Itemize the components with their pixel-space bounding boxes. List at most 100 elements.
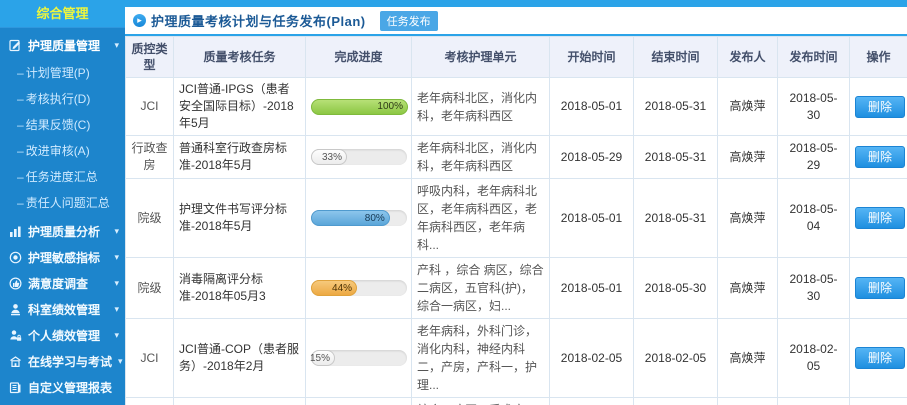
progress-cell: 100%: [306, 78, 412, 136]
sidebar-item-person-lock[interactable]: 个人绩效管理 ▾: [0, 322, 125, 348]
report-icon: [8, 380, 22, 394]
top-strip: [0, 0, 907, 7]
units-cell: 呼吸内科，老年病科北区，老年病科西区，老年病科西区，老年病科...: [412, 179, 550, 258]
dash-icon: –: [17, 144, 24, 158]
units-cell: 老年病科北区，消化内科，老年病科西区: [412, 78, 550, 136]
progress-bar-fill: 33%: [311, 149, 347, 165]
person-icon: [8, 302, 22, 316]
target-icon: [8, 250, 22, 264]
progress-bar-track: 100%: [311, 99, 407, 115]
delete-button[interactable]: 删除: [855, 347, 905, 369]
sidebar-subitem[interactable]: –计划管理(P): [0, 60, 125, 86]
column-header: 发布时间: [778, 37, 850, 78]
delete-button[interactable]: 删除: [855, 146, 905, 168]
units-cell: 老年病科北区，消化内科，老年病科西区: [412, 136, 550, 179]
chevron-down-icon: ▾: [114, 40, 119, 51]
study-icon: [8, 354, 22, 368]
progress-label: 44%: [332, 280, 352, 297]
chevron-down-icon: ▾: [114, 304, 119, 315]
task-cell: 护理文件书写评分标准-2018年5月: [174, 179, 306, 258]
sidebar-item-study[interactable]: 在线学习与考试▾: [0, 348, 125, 374]
publish-date-cell: 2018-05-04: [778, 179, 850, 258]
dash-icon: –: [17, 66, 24, 80]
progress-cell: 15%: [306, 319, 412, 398]
sidebar-subitem-label: 责任人问题汇总: [26, 196, 110, 210]
start-date-cell: 2018-05-29: [550, 136, 634, 179]
task-cell: 普通科室行政查房标准-2018年5月: [174, 136, 306, 179]
sidebar-subitem-label: 任务进度汇总: [26, 170, 98, 184]
column-header: 质量考核任务: [174, 37, 306, 78]
sidebar-item-target[interactable]: 护理敏感指标▾: [0, 244, 125, 270]
sidebar-subitem-label: 考核执行(D): [26, 92, 91, 106]
task-publish-badge[interactable]: 任务发布: [380, 11, 438, 31]
qc-type-cell: 院级: [126, 179, 174, 258]
sidebar: 综合管理 护理质量管理 ▾ –计划管理(P)–考核执行(D)–结果反馈(C)–改…: [0, 0, 125, 405]
qc-type-cell: JCI: [126, 78, 174, 136]
publisher-cell: 高焕萍: [718, 258, 778, 319]
progress-bar-fill: 80%: [311, 210, 390, 226]
progress-bar-fill: 44%: [311, 280, 357, 296]
end-date-cell: 2018-02-05: [634, 319, 718, 398]
task-cell: 消毒隔离评分标准-2018年05月3: [174, 258, 306, 319]
end-date-cell: 2018-05-31: [634, 78, 718, 136]
delete-button[interactable]: 删除: [855, 207, 905, 229]
person-lock-icon: [8, 328, 22, 342]
thumbs-up-icon: [8, 276, 22, 290]
dash-icon: –: [17, 92, 24, 106]
sidebar-menus: 护理质量分析▾护理敏感指标▾满意度调查▾科室绩效管理▾ 个人绩效管理 ▾ 在线学习与考…: [0, 218, 125, 405]
sidebar-item-label: 个人绩效管理: [28, 327, 100, 344]
bar-chart-icon: [8, 224, 22, 238]
publisher-cell: 高焕萍: [718, 136, 778, 179]
task-cell: JCI普通-IPGS（患者安全国际目标）-2018年5月: [174, 78, 306, 136]
units-cell: 产科 ，综合 病区，综合二病区，五官科(护)，综合一病区，妇...: [412, 258, 550, 319]
sidebar-subitem[interactable]: –任务进度汇总: [0, 164, 125, 190]
table-row: 行政查房普通科室行政查房标准-2018年5月 33% 老年病科北区，消化内科，老年病…: [126, 136, 907, 179]
sidebar-item-thumbs-up[interactable]: 满意度调查▾: [0, 270, 125, 296]
sidebar-subitem[interactable]: –结果反馈(C): [0, 112, 125, 138]
sidebar-section-nursing-quality[interactable]: 护理质量管理 ▾: [0, 28, 125, 60]
main-content: ▸ 护理质量考核计划与任务发布(Plan) 任务发布 质控类型质量考核任务完成进…: [125, 7, 907, 405]
sidebar-item-bar-chart[interactable]: 护理质量分析▾: [0, 218, 125, 244]
action-cell: 删除: [850, 398, 907, 405]
publish-date-cell: 2018-02-05: [778, 398, 850, 405]
column-header: 结束时间: [634, 37, 718, 78]
start-date-cell: 2018-02-05: [550, 319, 634, 398]
chevron-down-icon: ▾: [114, 330, 119, 341]
sidebar-subitem[interactable]: –改进审核(A): [0, 138, 125, 164]
qc-type-cell: 院级: [126, 258, 174, 319]
progress-bar-track: 44%: [311, 280, 407, 296]
sidebar-item-report[interactable]: 自定义管理报表: [0, 374, 125, 400]
title-bar: ▸ 护理质量考核计划与任务发布(Plan) 任务发布: [125, 7, 907, 36]
app-window: 综合管理 护理质量管理 ▾ –计划管理(P)–考核执行(D)–结果反馈(C)–改…: [0, 0, 907, 405]
qc-type-cell: 行政查房: [126, 136, 174, 179]
progress-cell: 44%: [306, 258, 412, 319]
sidebar-item-person[interactable]: 科室绩效管理▾: [0, 296, 125, 322]
qc-type-cell: JCI: [126, 319, 174, 398]
sidebar-subitem[interactable]: –责任人问题汇总: [0, 190, 125, 216]
table-header-row: 质控类型质量考核任务完成进度考核护理单元开始时间结束时间发布人发布时间操作: [126, 37, 907, 78]
column-header: 质控类型: [126, 37, 174, 78]
publisher-cell: 高焕萍: [718, 398, 778, 405]
progress-bar-fill: 100%: [311, 99, 408, 115]
start-date-cell: 2018-05-01: [550, 258, 634, 319]
start-date-cell: 2018-02-05: [550, 398, 634, 405]
table-row: 院级护理文件书写评分标准-2018年5月 80% 呼吸内科，老年病科北区，老年病科西…: [126, 179, 907, 258]
delete-button[interactable]: 删除: [855, 277, 905, 299]
progress-cell: 80%: [306, 179, 412, 258]
progress-bar-fill: 15%: [311, 350, 335, 366]
sidebar-subitem-label: 计划管理(P): [26, 66, 90, 80]
chevron-down-icon: ▾: [114, 278, 119, 289]
units-cell: 综合一病区，手术室，烧伤修形美容科，老年病科，心血管内科，五...: [412, 398, 550, 405]
progress-label: 80%: [365, 210, 385, 227]
progress-label: 100%: [377, 98, 403, 115]
publish-date-cell: 2018-05-30: [778, 258, 850, 319]
delete-button[interactable]: 删除: [855, 96, 905, 118]
sidebar-subitem[interactable]: –考核执行(D): [0, 86, 125, 112]
dash-icon: –: [17, 118, 24, 132]
task-cell: JCI普通-COP（患者服务）-2018年2月: [174, 319, 306, 398]
sidebar-item-edit-doc[interactable]: 自定义编辑报表▾: [0, 400, 125, 405]
table-row: 院级消毒隔离评分标准-2018年05月3 44% 产科 ，综合 病区，综合二病区，五…: [126, 258, 907, 319]
publish-date-cell: 2018-05-30: [778, 78, 850, 136]
progress-bar-track: 33%: [311, 149, 407, 165]
action-cell: 删除: [850, 179, 907, 258]
